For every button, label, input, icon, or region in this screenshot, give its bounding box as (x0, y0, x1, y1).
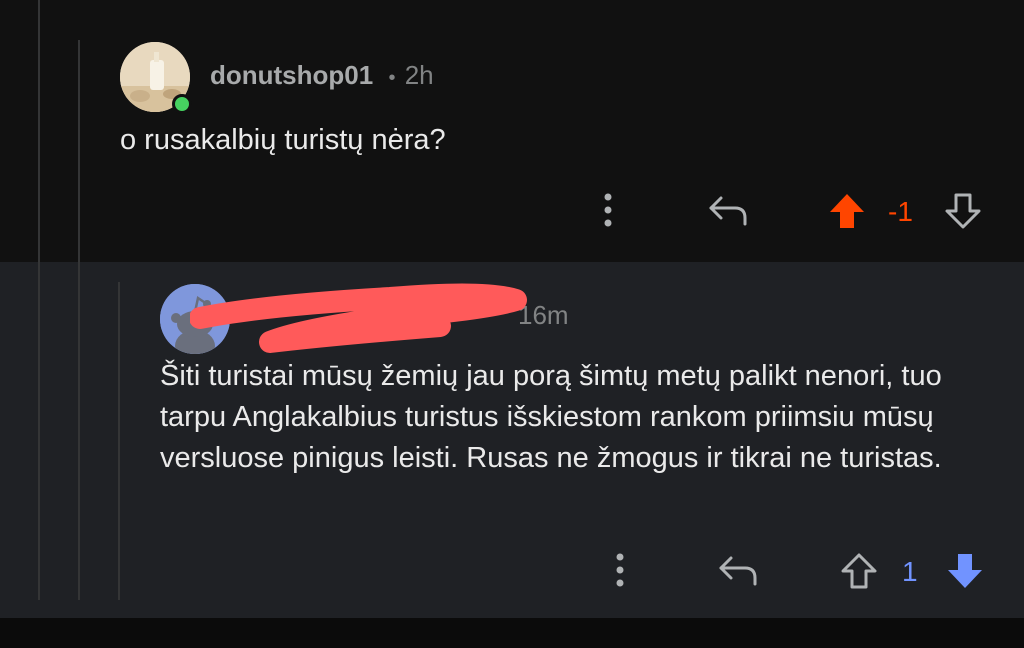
online-status-indicator (172, 94, 192, 114)
vote-score: 1 (902, 556, 918, 587)
thread-line-reply[interactable] (118, 282, 120, 600)
bottom-divider (0, 618, 1024, 648)
redaction-scribble (190, 283, 527, 353)
upvote-arrow-icon[interactable] (826, 190, 868, 232)
thread-line-parent[interactable] (78, 40, 80, 600)
vote-score: -1 (888, 196, 913, 227)
comment-body: o rusakalbių turistų nėra? (120, 124, 446, 156)
comment-time: 2h (404, 60, 434, 90)
comment-body: Šiti turistai mūsų žemių jau porą šimtų … (160, 360, 942, 474)
reply-icon[interactable] (706, 192, 750, 228)
more-options-icon[interactable] (608, 552, 632, 588)
username-link[interactable]: donutshop01 (210, 60, 373, 90)
meta-separator: • (388, 67, 396, 89)
downvote-arrow-icon[interactable] (942, 190, 984, 232)
downvote-arrow-icon[interactable] (944, 550, 986, 592)
reply-icon[interactable] (716, 552, 760, 588)
comment-meta: donutshop01 • 2h (210, 60, 434, 91)
thread-line-outer[interactable] (38, 0, 40, 600)
more-options-icon[interactable] (596, 192, 620, 228)
upvote-arrow-icon[interactable] (838, 550, 880, 592)
